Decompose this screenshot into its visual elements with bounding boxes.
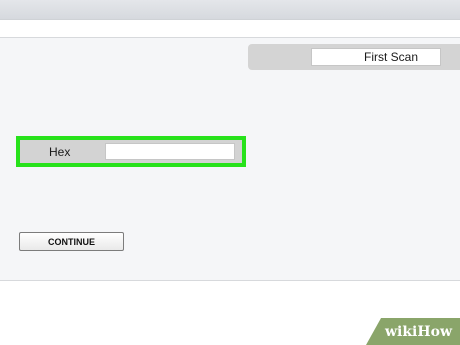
hex-value-input[interactable] xyxy=(105,143,235,160)
hex-checkbox-label[interactable]: Hex xyxy=(49,145,70,159)
watermark-wiki: wiki xyxy=(384,323,418,340)
wikihow-watermark: wiki How xyxy=(366,318,460,345)
watermark-how: How xyxy=(417,323,452,340)
top-toolbar xyxy=(0,0,460,20)
continue-button[interactable]: CONTINUE xyxy=(19,232,124,251)
first-scan-button[interactable]: First Scan xyxy=(311,48,441,66)
